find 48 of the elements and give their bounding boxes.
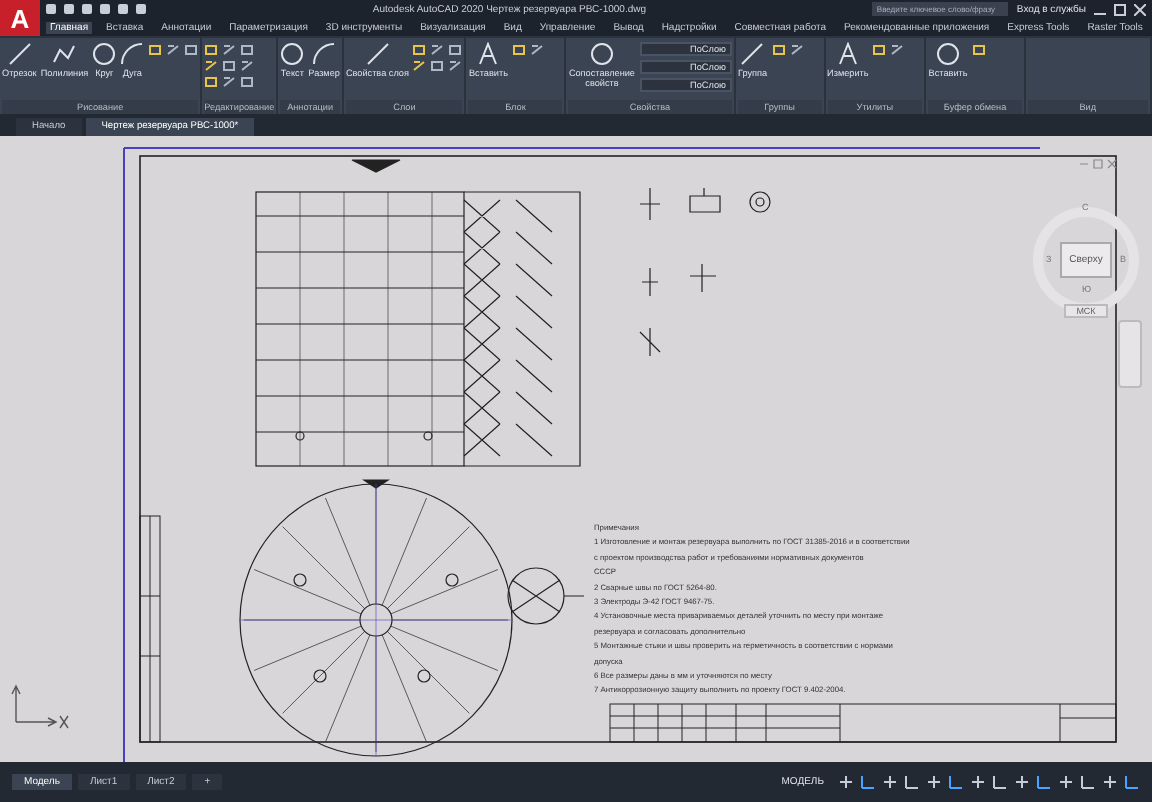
status-toggle-icon[interactable]	[1036, 774, 1052, 790]
maximize-icon[interactable]	[1114, 3, 1126, 15]
viewcube-ring-drawing	[1033, 207, 1139, 313]
status-toggle-icon[interactable]	[926, 774, 942, 790]
status-toggle-icon[interactable]	[1014, 774, 1030, 790]
tool-icon[interactable]	[771, 44, 786, 56]
tool-icon[interactable]	[890, 44, 905, 56]
circle-icon	[92, 42, 117, 66]
tool-icon[interactable]	[166, 44, 181, 56]
circle-icon	[936, 42, 961, 66]
tool-icon[interactable]	[204, 60, 219, 72]
circle-icon	[589, 42, 614, 66]
status-toggle-icon[interactable]	[882, 774, 898, 790]
tool-icon[interactable]	[430, 44, 445, 56]
tool-icon[interactable]	[222, 76, 237, 88]
tool-icon[interactable]	[240, 60, 255, 72]
status-toggle-icon[interactable]	[948, 774, 964, 790]
status-toggle-icon[interactable]	[1102, 774, 1118, 790]
tool-icon[interactable]	[529, 44, 544, 56]
close-icon[interactable]	[1134, 3, 1146, 15]
tool-icon[interactable]	[971, 44, 986, 56]
ucs-axis-icon	[11, 684, 69, 729]
line-icon	[740, 42, 765, 66]
status-toggle-icon[interactable]	[1124, 774, 1140, 790]
status-toggle-icon[interactable]	[970, 774, 986, 790]
status-toggle-icon[interactable]	[860, 774, 876, 790]
status-toggle-icon[interactable]	[992, 774, 1008, 790]
arc-icon	[312, 42, 337, 66]
window-controls-icon[interactable]	[1079, 159, 1117, 169]
status-toggle-icon[interactable]	[838, 774, 854, 790]
arc-icon	[120, 42, 145, 66]
tool-icon[interactable]	[148, 44, 163, 56]
tool-icon[interactable]	[511, 44, 526, 56]
letter-a-icon	[476, 42, 501, 66]
tool-icon[interactable]	[872, 44, 887, 56]
status-toggle-icon[interactable]	[1058, 774, 1074, 790]
tool-icon[interactable]	[448, 60, 463, 72]
line-icon	[365, 42, 390, 66]
polyline-icon	[52, 42, 77, 66]
tool-icon[interactable]	[412, 60, 427, 72]
status-toggle-icon[interactable]	[1080, 774, 1096, 790]
status-toggle-icon[interactable]	[904, 774, 920, 790]
app-logo-button[interactable]: A	[0, 0, 40, 36]
tool-icon[interactable]	[222, 44, 237, 56]
tool-icon[interactable]	[789, 44, 804, 56]
circle-icon	[280, 42, 305, 66]
line-icon	[7, 42, 32, 66]
letter-a-icon	[835, 42, 860, 66]
